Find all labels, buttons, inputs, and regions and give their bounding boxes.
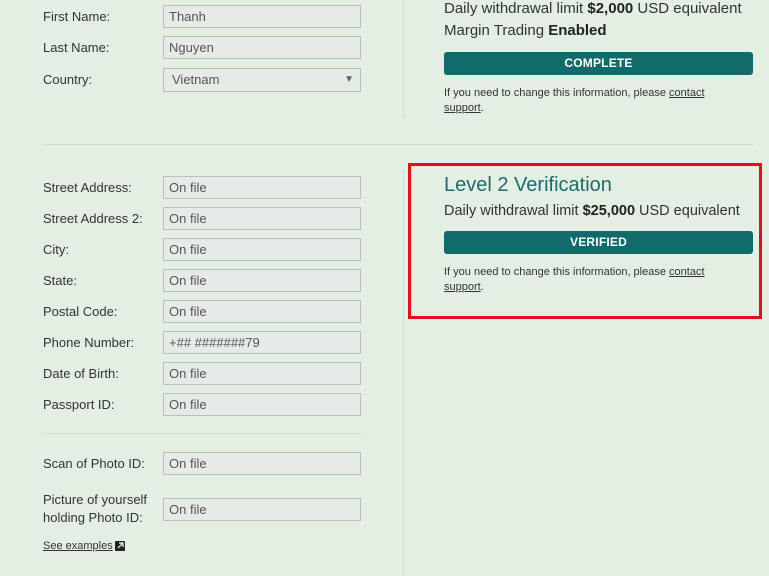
phone-number-field[interactable]: +## #######79 <box>163 331 361 354</box>
level2-note: If you need to change this information, … <box>444 265 754 295</box>
level1-contact-link[interactable]: contact <box>669 87 704 99</box>
last-name-label: Last Name: <box>43 40 110 55</box>
top-vertical-divider <box>403 0 404 118</box>
last-name-field[interactable]: Nguyen <box>163 36 361 59</box>
picture-holding-label-line2: holding Photo ID: <box>43 510 143 525</box>
first-name-field[interactable]: Thanh <box>163 5 361 28</box>
section-divider <box>43 144 754 145</box>
level2-withdrawal-suffix: USD equivalent <box>635 203 740 219</box>
verification-page: First Name: Thanh Last Name: Nguyen Coun… <box>0 0 769 576</box>
see-examples-link[interactable]: See examples <box>43 540 113 552</box>
picture-holding-label-line1: Picture of yourself <box>43 492 148 507</box>
date-of-birth-label: Date of Birth: <box>43 366 119 381</box>
passport-id-field[interactable]: On file <box>163 393 361 416</box>
level2-verified-button[interactable]: VERIFIED <box>444 231 753 254</box>
external-link-glyph <box>117 542 124 549</box>
level1-margin-trading: Margin Trading Enabled <box>444 20 607 42</box>
city-label: City: <box>43 242 69 257</box>
level2-withdrawal-amount: $25,000 <box>582 203 636 219</box>
level2-withdrawal-limit: Daily withdrawal limit $25,000 USD equiv… <box>444 200 740 222</box>
documents-divider <box>43 433 363 434</box>
passport-id-label: Passport ID: <box>43 397 115 412</box>
postal-code-field[interactable]: On file <box>163 300 361 323</box>
country-select[interactable]: Vietnam ▼ <box>163 68 361 92</box>
level1-support-link[interactable]: support <box>444 102 481 114</box>
level1-margin-prefix: Margin Trading <box>444 22 549 39</box>
level1-withdrawal-prefix: Daily withdrawal limit <box>444 0 588 17</box>
picture-holding-field[interactable]: On file <box>163 498 361 521</box>
level1-complete-button[interactable]: COMPLETE <box>444 52 753 75</box>
country-value: Vietnam <box>172 72 220 87</box>
state-field[interactable]: On file <box>163 269 361 292</box>
first-name-label: First Name: <box>43 9 111 24</box>
street-address-2-label: Street Address 2: <box>43 211 143 226</box>
level2-withdrawal-prefix: Daily withdrawal limit <box>444 203 583 219</box>
picture-holding-label: Picture of yourself holding Photo ID: <box>43 491 147 527</box>
bottom-vertical-divider <box>403 170 404 576</box>
city-field[interactable]: On file <box>163 238 361 261</box>
level1-withdrawal-suffix: USD equivalent <box>633 0 742 17</box>
street-address-2-field[interactable]: On file <box>163 207 361 230</box>
state-label: State: <box>43 273 77 288</box>
street-address-label: Street Address: <box>43 180 132 195</box>
level2-note-prefix: If you need to change this information, … <box>444 266 670 278</box>
scan-photo-id-label: Scan of Photo ID: <box>43 456 145 471</box>
external-link-icon[interactable] <box>115 541 125 551</box>
level1-withdrawal-limit: Daily withdrawal limit $2,000 USD equiva… <box>444 0 742 20</box>
level1-note-prefix: If you need to change this information, … <box>444 87 670 99</box>
postal-code-label: Postal Code: <box>43 304 118 319</box>
level1-withdrawal-amount: $2,000 <box>587 0 634 17</box>
level1-note-suffix: . <box>480 102 484 114</box>
phone-number-label: Phone Number: <box>43 335 135 350</box>
level2-support-link[interactable]: support <box>444 281 481 293</box>
level1-note: If you need to change this information, … <box>444 86 754 116</box>
level1-margin-status: Enabled <box>548 22 607 39</box>
level2-title: Level 2 Verification <box>444 174 612 196</box>
country-label: Country: <box>43 72 93 87</box>
scan-photo-id-field[interactable]: On file <box>163 452 361 475</box>
date-of-birth-field[interactable]: On file <box>163 362 361 385</box>
level2-note-suffix: . <box>480 281 484 293</box>
street-address-field[interactable]: On file <box>163 176 361 199</box>
chevron-down-icon: ▼ <box>344 74 354 85</box>
level2-contact-link[interactable]: contact <box>669 266 704 278</box>
